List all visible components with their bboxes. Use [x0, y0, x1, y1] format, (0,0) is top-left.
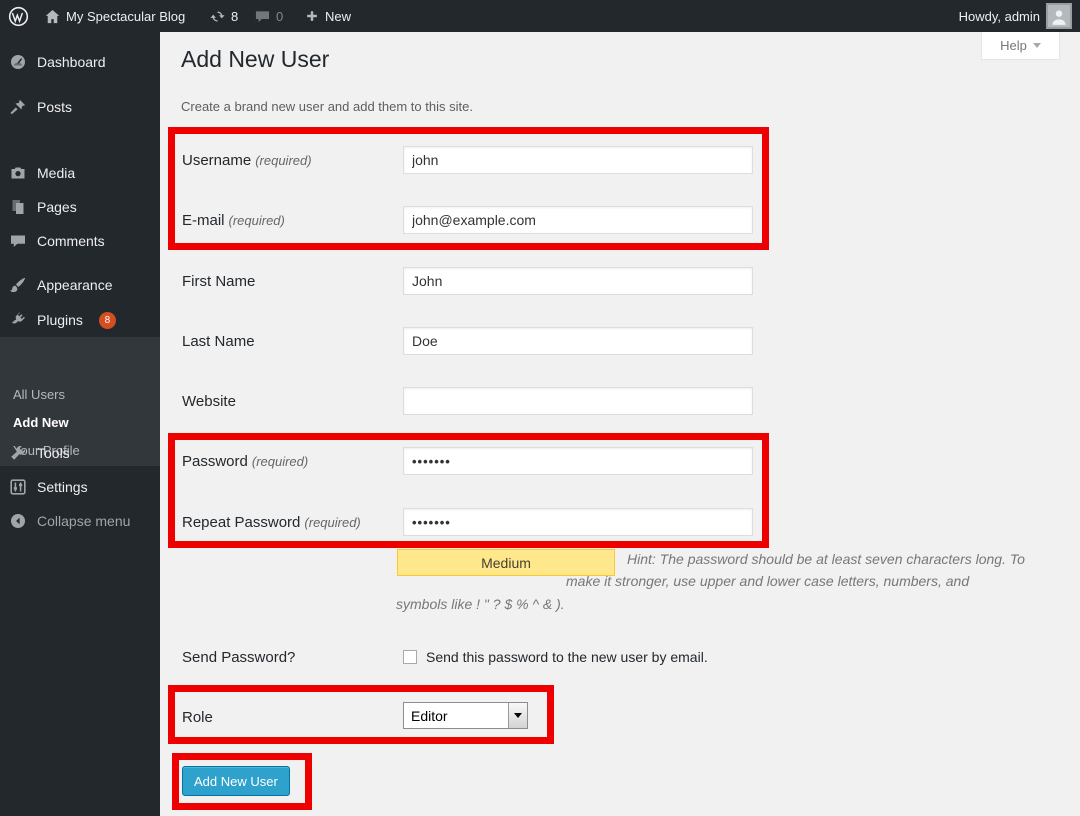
- submenu-item-all-users[interactable]: All Users: [0, 380, 160, 408]
- password-hint-line: Hint: The password should be at least se…: [627, 551, 1025, 567]
- sidebar-item-label: Comments: [37, 233, 105, 249]
- site-name-link[interactable]: My Spectacular Blog: [45, 0, 185, 32]
- required-indicator: (required): [229, 213, 285, 228]
- posts-icon: [10, 99, 26, 115]
- collapse-menu-icon: [10, 513, 26, 529]
- password-input[interactable]: [403, 447, 753, 475]
- required-indicator: (required): [255, 153, 311, 168]
- page-description: Create a brand new user and add them to …: [181, 99, 473, 114]
- role-selected-value: Editor: [404, 708, 508, 724]
- chevron-down-icon: [514, 713, 522, 718]
- username-input[interactable]: [403, 146, 753, 174]
- sidebar-item-label: Collapse menu: [37, 513, 130, 529]
- sidebar-item-label: Pages: [37, 199, 77, 215]
- help-button[interactable]: Help: [981, 32, 1060, 60]
- plugins-update-badge: 8: [99, 312, 116, 329]
- admin-bar: My Spectacular Blog 8 0 New Howdy, admin: [0, 0, 1080, 32]
- sidebar-item-tools[interactable]: Tools: [0, 439, 160, 467]
- send-password-checkbox-label[interactable]: Send this password to the new user by em…: [426, 649, 708, 665]
- send-password-checkbox[interactable]: [403, 650, 417, 664]
- sidebar-item-label: Posts: [37, 99, 72, 115]
- update-count: 8: [231, 9, 238, 24]
- password-strength-indicator: Medium: [397, 549, 615, 576]
- website-label: Website: [182, 393, 236, 410]
- required-indicator: (required): [304, 515, 360, 530]
- sidebar-item-label: Tools: [37, 445, 70, 461]
- comment-count: 0: [276, 9, 283, 24]
- tools-wrench-icon: [10, 445, 26, 461]
- role-select[interactable]: Editor: [403, 702, 528, 729]
- last-name-input[interactable]: [403, 327, 753, 355]
- appearance-brush-icon: [10, 277, 26, 293]
- repeat-password-label: Repeat Password(required): [182, 514, 361, 531]
- plus-icon: [305, 9, 319, 23]
- sidebar-item-posts[interactable]: Posts: [0, 93, 160, 121]
- role-label: Role: [182, 709, 213, 726]
- dashboard-icon: [10, 54, 26, 70]
- sidebar-item-dashboard[interactable]: Dashboard: [0, 48, 160, 76]
- chevron-down-icon: [1033, 43, 1041, 48]
- sidebar-item-label: Plugins: [37, 312, 83, 328]
- new-content-link[interactable]: New: [305, 0, 351, 32]
- first-name-input[interactable]: [403, 267, 753, 295]
- site-name-label: My Spectacular Blog: [66, 9, 185, 24]
- add-new-user-page: My Spectacular Blog 8 0 New Howdy, admin: [0, 0, 1080, 816]
- updates-link[interactable]: 8: [210, 0, 238, 32]
- help-label: Help: [1000, 38, 1027, 53]
- role-select-arrow-button[interactable]: [508, 703, 527, 728]
- last-name-label: Last Name: [182, 333, 255, 350]
- sidebar-item-label: Dashboard: [37, 54, 106, 70]
- submenu-item-label: All Users: [13, 387, 65, 402]
- submenu-item-add-new[interactable]: Add New: [0, 408, 160, 436]
- account-menu[interactable]: Howdy, admin: [959, 0, 1072, 32]
- submenu-item-label: Add New: [13, 415, 69, 430]
- wordpress-logo-menu[interactable]: [8, 0, 29, 32]
- repeat-password-input[interactable]: [403, 508, 753, 536]
- first-name-label: First Name: [182, 273, 255, 290]
- sidebar-item-collapse-menu[interactable]: Collapse menu: [0, 507, 160, 535]
- update-icon: [210, 9, 225, 24]
- howdy-label: Howdy, admin: [959, 9, 1040, 24]
- comments-bubble-icon: [255, 9, 270, 24]
- password-hint-line: symbols like ! " ? $ % ^ & ).: [396, 596, 565, 612]
- home-icon: [45, 9, 60, 24]
- required-indicator: (required): [252, 454, 308, 469]
- plugins-icon: [10, 312, 26, 328]
- password-label: Password(required): [182, 453, 308, 470]
- password-hint-line: make it stronger, use upper and lower ca…: [566, 573, 969, 589]
- sidebar-item-label: Settings: [37, 479, 88, 495]
- comments-icon: [10, 233, 26, 249]
- settings-sliders-icon: [10, 479, 26, 495]
- email-input[interactable]: [403, 206, 753, 234]
- sidebar-item-pages[interactable]: Pages: [0, 193, 160, 221]
- sidebar-item-plugins[interactable]: Plugins 8: [0, 306, 160, 334]
- sidebar-item-appearance[interactable]: Appearance: [0, 271, 160, 299]
- add-new-user-button[interactable]: Add New User: [182, 766, 290, 796]
- email-label: E-mail(required): [182, 212, 285, 229]
- username-label: Username(required): [182, 152, 312, 169]
- page-title: Add New User: [181, 46, 329, 73]
- sidebar-item-comments[interactable]: Comments: [0, 227, 160, 255]
- sidebar-item-label: Appearance: [37, 277, 113, 293]
- pages-icon: [10, 199, 26, 215]
- avatar: [1046, 3, 1072, 29]
- website-input[interactable]: [403, 387, 753, 415]
- new-label: New: [325, 9, 351, 24]
- send-password-label: Send Password?: [182, 649, 295, 666]
- sidebar-item-settings[interactable]: Settings: [0, 473, 160, 501]
- admin-sidebar: Dashboard Posts Media Pages Comments: [0, 32, 160, 816]
- sidebar-item-media[interactable]: Media: [0, 159, 160, 187]
- wordpress-logo-icon: [8, 6, 29, 27]
- sidebar-item-label: Media: [37, 165, 75, 181]
- media-icon: [10, 165, 26, 181]
- comments-link[interactable]: 0: [255, 0, 283, 32]
